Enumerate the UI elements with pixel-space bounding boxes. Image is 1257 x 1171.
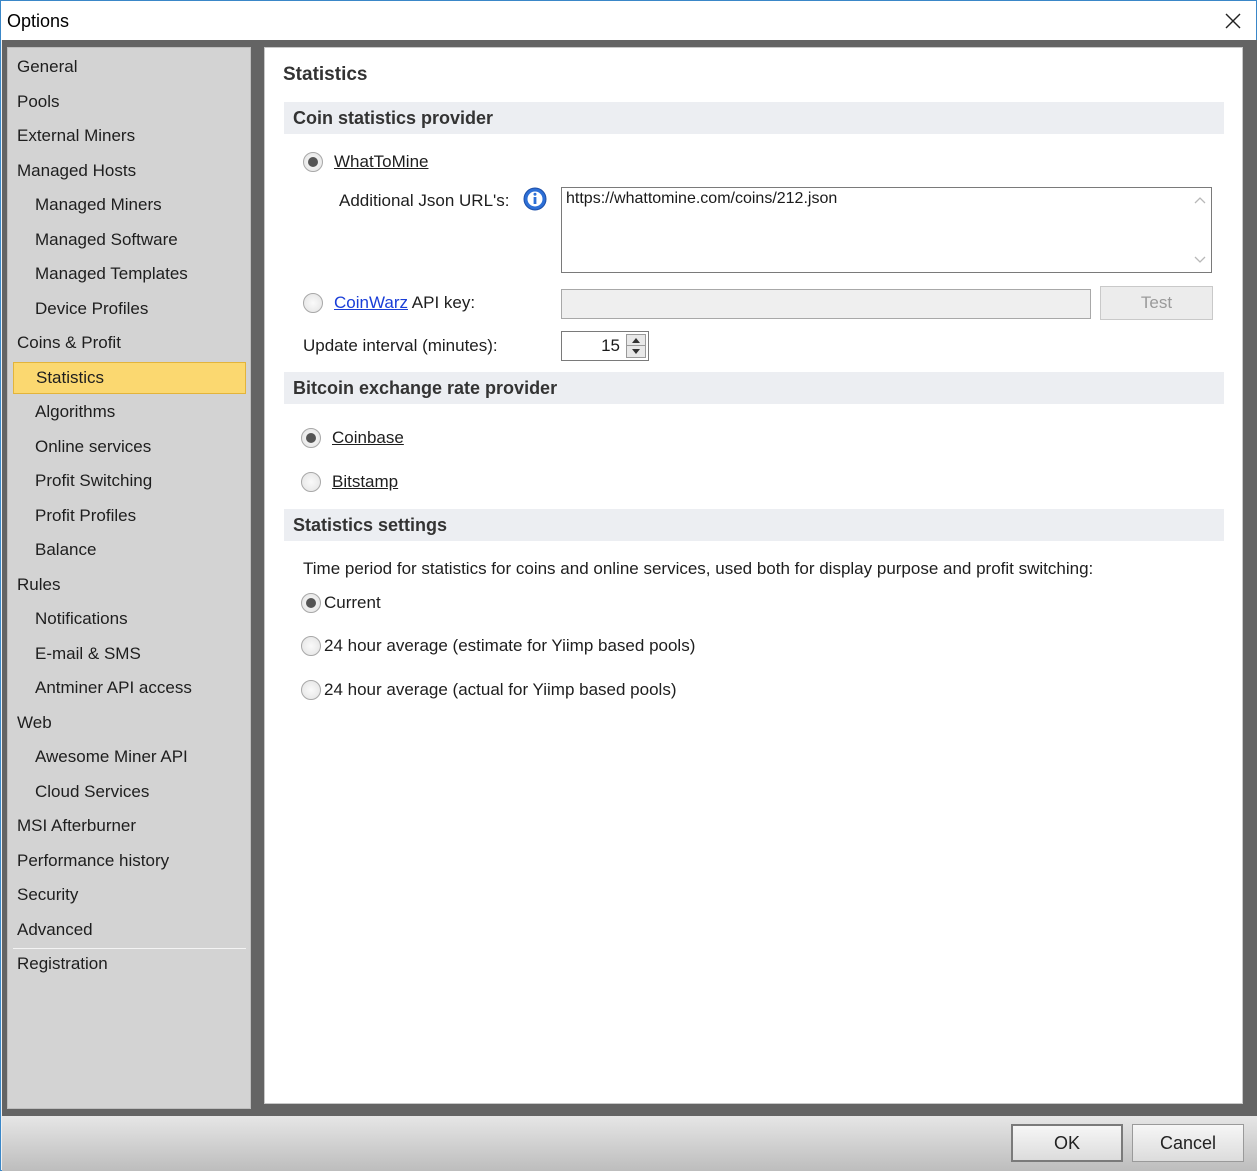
api-key-label: API key: [411, 293, 476, 312]
sidebar-item-awesome-miner-api[interactable]: Awesome Miner API [13, 741, 246, 773]
triangle-down-icon [632, 349, 640, 354]
json-urls-label: Additional Json URL's: [339, 191, 510, 210]
scroll-up-icon[interactable] [1194, 196, 1206, 204]
avg-actual-radio[interactable] [301, 680, 321, 700]
api-key-input[interactable] [561, 289, 1091, 319]
stepper-down-button[interactable] [627, 346, 645, 357]
sidebar-item-notifications[interactable]: Notifications [13, 603, 246, 635]
info-icon[interactable] [523, 187, 547, 211]
avg-actual-label[interactable]: 24 hour average (actual for Yiimp based … [324, 680, 676, 700]
sidebar-nav: General Pools External Miners Managed Hosts… [7, 47, 251, 1109]
sidebar-item-statistics[interactable]: Statistics [13, 361, 246, 394]
sidebar-item-general[interactable]: General [13, 51, 246, 83]
page-title: Statistics [283, 64, 368, 85]
coinwarz-row: CoinWarz API key: [334, 293, 475, 313]
sidebar-item-registration[interactable]: Registration [13, 948, 246, 980]
sidebar-item-profit-profiles[interactable]: Profit Profiles [13, 500, 246, 532]
scroll-down-icon[interactable] [1194, 256, 1206, 264]
avg-estimate-label[interactable]: 24 hour average (estimate for Yiimp base… [324, 636, 695, 656]
sidebar-item-e-mail-and-sms[interactable]: E-mail & SMS [13, 638, 246, 670]
sidebar-item-pools[interactable]: Pools [13, 86, 246, 118]
sidebar-item-msi-afterburner[interactable]: MSI Afterburner [13, 810, 246, 842]
test-button[interactable]: Test [1100, 286, 1213, 320]
json-urls-value: https://whattomine.com/coins/212.json [566, 190, 838, 207]
stats-period-description: Time period for statistics for coins and… [303, 559, 1094, 578]
json-urls-input[interactable]: https://whattomine.com/coins/212.json [561, 187, 1212, 273]
stepper-up-button[interactable] [627, 335, 645, 346]
sidebar-item-advanced[interactable]: Advanced [13, 914, 246, 946]
bitstamp-link[interactable]: Bitstamp [332, 472, 398, 492]
coinbase-radio[interactable] [301, 428, 321, 448]
sidebar-item-balance[interactable]: Balance [13, 534, 246, 566]
sidebar-item-rules[interactable]: Rules [13, 569, 246, 601]
sidebar-item-coins-and-profit[interactable]: Coins & Profit [13, 327, 246, 359]
sidebar-item-algorithms[interactable]: Algorithms [13, 396, 246, 428]
sidebar-item-managed-hosts[interactable]: Managed Hosts [13, 155, 246, 187]
dialog-footer: OK Cancel [2, 1116, 1257, 1171]
current-label[interactable]: Current [324, 593, 381, 613]
close-icon [1225, 13, 1241, 28]
sidebar-item-profit-switching[interactable]: Profit Switching [13, 465, 246, 497]
sidebar-item-cloud-services[interactable]: Cloud Services [13, 776, 246, 808]
sidebar-item-managed-templates[interactable]: Managed Templates [13, 258, 246, 290]
whattomine-link[interactable]: WhatToMine [334, 152, 428, 172]
sidebar-item-antminer-api-access[interactable]: Antminer API access [13, 672, 246, 704]
sidebar-item-online-services[interactable]: Online services [13, 431, 246, 463]
bitcoin-exchange-header: Bitcoin exchange rate provider [284, 372, 1224, 404]
current-radio[interactable] [301, 593, 321, 613]
coinwarz-radio[interactable] [303, 293, 323, 313]
statistics-settings-header: Statistics settings [284, 509, 1224, 541]
sidebar-item-security[interactable]: Security [13, 879, 246, 911]
coinbase-link[interactable]: Coinbase [332, 428, 404, 448]
bitstamp-radio[interactable] [301, 472, 321, 492]
update-interval-label: Update interval (minutes): [303, 336, 498, 355]
sidebar-item-managed-software[interactable]: Managed Software [13, 224, 246, 256]
avg-estimate-radio[interactable] [301, 636, 321, 656]
sidebar-item-web[interactable]: Web [13, 707, 246, 739]
content-panel: Statistics Coin statistics provider What… [264, 47, 1243, 1104]
sidebar-item-device-profiles[interactable]: Device Profiles [13, 293, 246, 325]
ok-button[interactable]: OK [1011, 1124, 1123, 1162]
stepper-buttons [626, 334, 646, 358]
coin-statistics-provider-header: Coin statistics provider [284, 102, 1224, 134]
sidebar-item-external-miners[interactable]: External Miners [13, 120, 246, 152]
window-title: Options [7, 11, 70, 31]
sidebar-item-performance-history[interactable]: Performance history [13, 845, 246, 877]
update-interval-value: 15 [601, 336, 620, 355]
coinwarz-link[interactable]: CoinWarz [334, 293, 408, 312]
triangle-up-icon [632, 337, 640, 343]
close-button[interactable] [1210, 1, 1256, 40]
whattomine-radio[interactable] [303, 152, 323, 172]
cancel-button[interactable]: Cancel [1132, 1124, 1244, 1162]
update-interval-stepper[interactable]: 15 [561, 331, 649, 361]
sidebar-item-managed-miners[interactable]: Managed Miners [13, 189, 246, 221]
options-window: Options General Pools External Miners Manag… [0, 0, 1257, 1171]
title-bar: Options [1, 1, 1256, 40]
json-urls-scrollbar[interactable] [1189, 188, 1211, 272]
options-frame: General Pools External Miners Managed Hosts… [2, 40, 1257, 1116]
